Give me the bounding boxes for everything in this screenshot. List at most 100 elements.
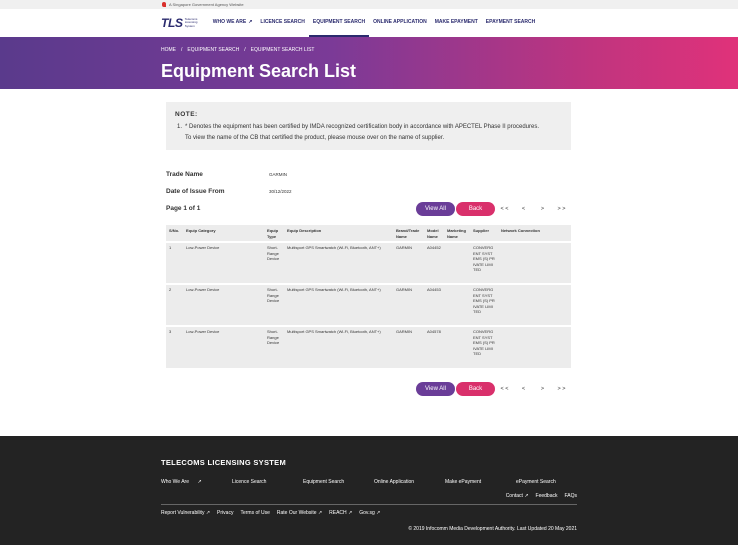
cell-type: Short-Range Device	[267, 329, 280, 345]
col-supplier: Supplier	[473, 228, 490, 233]
cell-sno: 2	[169, 287, 172, 292]
footer-link-make-epayment[interactable]: Make ePayment	[445, 479, 516, 485]
footer-link-faqs[interactable]: FAQs	[564, 493, 577, 499]
cell-sno: 3	[169, 329, 172, 334]
gov-banner: A Singapore Government Agency Website	[0, 0, 738, 9]
external-link-icon: ↗	[248, 19, 253, 25]
note-title: NOTE:	[175, 111, 198, 118]
footer-nav: Who We Are ↗ Licence Search Equipment Sea…	[161, 479, 738, 485]
footer-link-feedback[interactable]: Feedback	[536, 493, 558, 499]
logo-subtitle: Telecoms Licensing System	[184, 16, 198, 28]
date-of-issue-value: 30/12/2022	[269, 189, 292, 194]
prev-page-button[interactable]: <	[514, 386, 533, 392]
cell-supplier[interactable]: CONVERGENT SYSTEMS (S) PRIVATE LIMITED	[470, 242, 498, 284]
external-link-icon: ↗	[205, 510, 211, 516]
footer-link-licence-search[interactable]: Licence Search	[232, 479, 303, 485]
footer-link-terms-of-use[interactable]: Terms of Use	[240, 510, 269, 516]
view-all-button[interactable]: View All	[416, 381, 455, 396]
trade-name-label: Trade Name	[166, 171, 203, 178]
cell-category: Low-Power Device	[186, 329, 220, 334]
nav-who-we-are[interactable]: WHO WE ARE ↗	[209, 9, 257, 37]
search-criteria: Trade Name GARMIN Date of Issue From 30/…	[166, 166, 571, 217]
nav-equipment-search[interactable]: EQUIPMENT SEARCH	[308, 9, 370, 37]
back-button[interactable]: Back	[456, 201, 495, 216]
footer-link-contact[interactable]: Contact ↗	[506, 493, 529, 499]
footer-link-rate-our-website[interactable]: Rate Our Website ↗	[277, 510, 322, 516]
nav-licence-search[interactable]: LICENCE SEARCH	[256, 9, 308, 37]
cell-category: Low-Power Device	[186, 245, 220, 250]
page-info: Page 1 of 1	[166, 205, 201, 212]
nav-make-epayment[interactable]: MAKE EPAYMENT	[431, 9, 482, 37]
note-number: 1.	[177, 124, 183, 130]
gov-banner-text: A Singapore Government Agency Website	[169, 2, 244, 7]
cell-model: A04578	[427, 329, 441, 334]
cell-description: Multisport GPS Smartwatch (Wi-Fi, Blueto…	[287, 329, 381, 334]
breadcrumb-current: EQUIPMENT SEARCH LIST	[250, 47, 315, 53]
table-row: 1 Low-Power Device Short-Range Device Mu…	[166, 242, 571, 284]
first-page-button[interactable]: < <	[495, 386, 514, 392]
external-link-icon: ↗	[376, 510, 381, 516]
table-row: 3 Low-Power Device Short-Range Device Mu…	[166, 326, 571, 368]
next-page-button[interactable]: >	[533, 386, 552, 392]
footer-legal-links: Report Vulnerability ↗ Privacy Terms of …	[161, 510, 738, 516]
lion-head-icon	[162, 2, 166, 7]
note-line-2: To view the name of the CB that certifie…	[185, 135, 445, 141]
footer-link-govsg[interactable]: Gov.sg ↗	[359, 510, 380, 516]
next-page-button[interactable]: >	[533, 206, 552, 212]
cell-supplier[interactable]: CONVERGENT SYSTEMS (S) PRIVATE LIMITED	[470, 284, 498, 326]
cell-type: Short-Range Device	[267, 287, 280, 303]
main-content: NOTE: 1. * Denotes the equipment has bee…	[0, 89, 738, 397]
col-brand-trade-name: Brand/Trade Name	[396, 228, 420, 239]
footer-link-privacy[interactable]: Privacy	[217, 510, 233, 516]
breadcrumb-equipment-search[interactable]: EQUIPMENT SEARCH	[187, 47, 239, 53]
cell-network	[498, 284, 571, 326]
footer-link-report-vulnerability[interactable]: Report Vulnerability ↗	[161, 510, 210, 516]
breadcrumb-home[interactable]: HOME	[161, 47, 176, 53]
last-page-button[interactable]: > >	[552, 206, 571, 212]
trade-name-value: GARMIN	[269, 172, 287, 177]
top-navigation: TLS Telecoms Licensing System WHO WE ARE…	[0, 9, 738, 37]
breadcrumb-separator: /	[244, 47, 246, 53]
first-page-button[interactable]: < <	[495, 206, 514, 212]
footer-link-online-application[interactable]: Online Application	[374, 479, 445, 485]
col-equip-description: Equip Description	[287, 228, 322, 233]
nav-epayment-search[interactable]: EPAYMENT SEARCH	[482, 9, 539, 37]
footer-link-label: REACH	[329, 510, 347, 516]
footer-divider	[161, 504, 577, 505]
back-button[interactable]: Back	[456, 381, 495, 396]
cell-model: A04453	[427, 287, 441, 292]
footer-link-label: Who We Are	[161, 479, 189, 485]
cell-category: Low-Power Device	[186, 287, 220, 292]
cell-marketing	[444, 326, 470, 368]
cell-description: Multisport GPS Smartwatch (Wi-Fi, Blueto…	[287, 245, 381, 250]
nav-online-application-label: ONLINE APPLICATION	[373, 19, 427, 25]
site-footer: TELECOMS LICENSING SYSTEM Who We Are ↗ Li…	[0, 436, 738, 545]
external-link-icon: ↗	[524, 493, 529, 499]
col-marketing-name: Marketing Name	[447, 228, 466, 239]
cell-marketing	[444, 242, 470, 284]
cell-sno: 1	[169, 245, 172, 250]
footer-link-label: Gov.sg	[359, 510, 375, 516]
last-page-button[interactable]: > >	[552, 386, 571, 392]
nav-who-we-are-label: WHO WE ARE	[212, 19, 247, 25]
footer-link-reach[interactable]: REACH ↗	[329, 510, 352, 516]
nav-equipment-search-label: EQUIPMENT SEARCH	[312, 19, 366, 25]
nav-online-application[interactable]: ONLINE APPLICATION	[369, 9, 431, 37]
cell-marketing	[444, 284, 470, 326]
footer-link-equipment-search[interactable]: Equipment Search	[303, 479, 374, 485]
note-line-1: * Denotes the equipment has been certifi…	[185, 124, 539, 130]
tls-logo[interactable]: TLS Telecoms Licensing System	[161, 9, 203, 37]
cell-network	[498, 242, 571, 284]
pager-top: Page 1 of 1 View All Back < < < > > >	[166, 200, 571, 217]
footer-link-epayment-search[interactable]: ePayment Search	[516, 479, 587, 485]
footer-copyright: © 2019 Infocomm Media Development Author…	[408, 526, 577, 532]
cell-supplier[interactable]: CONVERGENT SYSTEMS (S) PRIVATE LIMITED	[470, 326, 498, 368]
cell-model: A04452	[427, 245, 441, 250]
prev-page-button[interactable]: <	[514, 206, 533, 212]
view-all-button[interactable]: View All	[416, 201, 455, 216]
footer-link-who-we-are[interactable]: Who We Are ↗	[161, 479, 232, 485]
external-link-icon: ↗	[348, 510, 353, 516]
col-network-connection: Network Connection	[501, 228, 540, 233]
col-equip-category: Equip Category	[186, 228, 216, 233]
footer-link-label: Contact	[505, 493, 523, 499]
